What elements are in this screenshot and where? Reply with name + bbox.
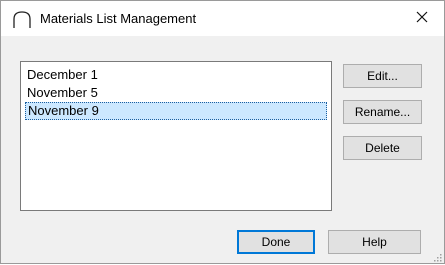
arch-door-icon	[12, 11, 32, 29]
dialog-title: Materials List Management	[40, 11, 197, 26]
materials-list-dialog: Materials List Management December 1 Nov…	[0, 0, 445, 264]
close-button[interactable]	[400, 1, 444, 35]
list-item[interactable]: December 1	[25, 66, 327, 84]
delete-button[interactable]: Delete	[343, 136, 422, 160]
resize-grip-icon[interactable]	[432, 251, 442, 262]
list-item[interactable]: November 5	[25, 84, 327, 102]
done-button[interactable]: Done	[237, 230, 315, 254]
close-icon	[416, 11, 428, 26]
list-item-selected[interactable]: November 9	[25, 102, 327, 120]
materials-list[interactable]: December 1 November 5 November 9	[20, 61, 332, 211]
rename-button[interactable]: Rename...	[343, 100, 422, 124]
edit-button[interactable]: Edit...	[343, 64, 422, 88]
title-bar[interactable]: Materials List Management	[1, 1, 444, 36]
help-button[interactable]: Help	[328, 230, 421, 254]
